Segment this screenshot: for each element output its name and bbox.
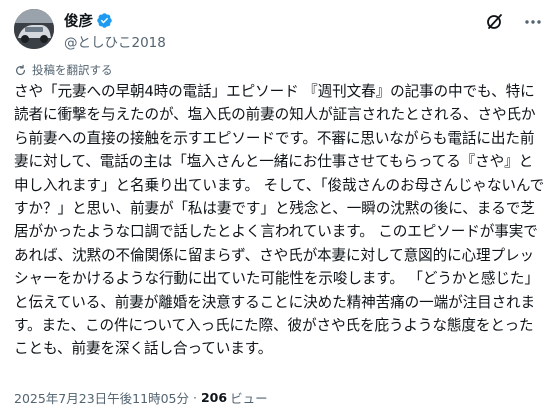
post-meta: 2025年7月23日午後11時05分 · 206 ビュー [14, 388, 268, 407]
views-label: ビュー [230, 391, 268, 406]
post: 俊彦 @としひこ2018 投稿を翻訳する さや「元妻への早朝4時の電話」エピソー… [0, 0, 557, 413]
display-name[interactable]: 俊彦 [64, 10, 93, 31]
meta-separator: · [192, 390, 197, 405]
views-count: 206 [200, 390, 228, 405]
header-actions [485, 12, 543, 32]
avatar[interactable] [14, 9, 54, 49]
translate-label: 投稿を翻訳する [32, 63, 113, 77]
translate-icon [16, 64, 25, 75]
post-timestamp[interactable]: 2025年7月23日午後11時05分 [14, 388, 189, 407]
post-header: 俊彦 @としひこ2018 [14, 9, 547, 51]
user-handle[interactable]: @としひこ2018 [64, 31, 166, 51]
more-options-icon[interactable] [523, 12, 543, 32]
verified-badge-icon[interactable] [96, 12, 113, 29]
user-names: 俊彦 @としひこ2018 [64, 10, 166, 51]
translate-post-link[interactable]: 投稿を翻訳する [14, 62, 113, 78]
post-body-text: さや「元妻への早朝4時の電話」エピソード 『週刊文春』の記事の中でも、特に読者に… [14, 83, 545, 358]
grok-icon[interactable] [485, 12, 505, 32]
